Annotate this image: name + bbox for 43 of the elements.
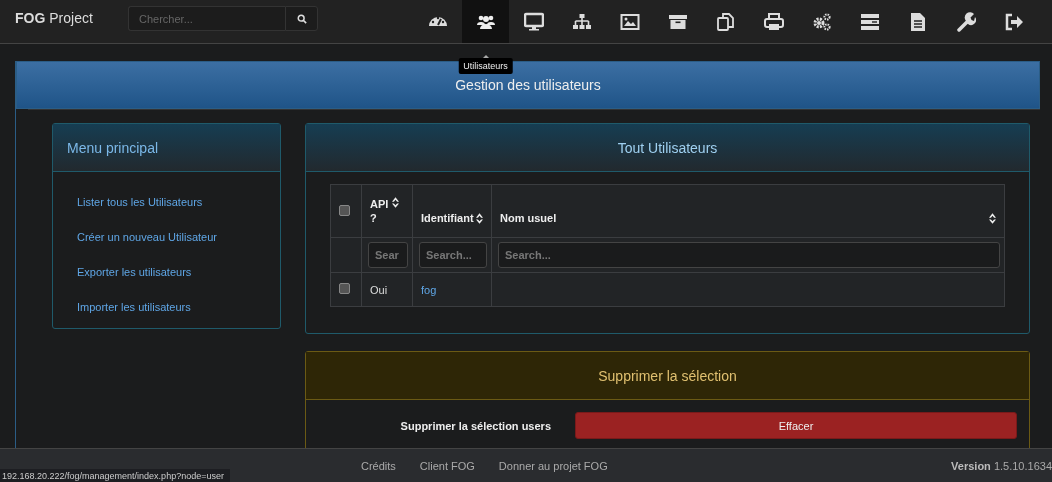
checkbox[interactable] bbox=[339, 283, 350, 294]
sort-icon[interactable] bbox=[475, 212, 483, 224]
panel-header: Menu principal bbox=[53, 124, 280, 172]
sort-icon[interactable] bbox=[989, 212, 996, 224]
monitor-icon bbox=[523, 11, 544, 32]
menu-link[interactable]: Créer un nouveau Utilisateur bbox=[77, 231, 218, 243]
image-icon bbox=[619, 11, 640, 32]
delete-button[interactable]: Effacer bbox=[575, 412, 1017, 439]
status-url: 192.168.20.222/fog/management/index.php?node=user bbox=[0, 469, 230, 482]
gears-icon bbox=[811, 11, 832, 32]
search-button[interactable] bbox=[285, 6, 318, 31]
brand-name[interactable]: FOG Project bbox=[15, 9, 128, 26]
sort-icon[interactable] bbox=[392, 197, 399, 208]
sitemap-icon bbox=[571, 11, 592, 32]
filter-field[interactable]: Search... bbox=[498, 242, 1000, 268]
user-link[interactable]: fog bbox=[421, 283, 437, 296]
filter-field[interactable]: Search... bbox=[419, 242, 487, 268]
column-header[interactable]: Identifiant bbox=[421, 212, 474, 224]
sign-out-icon bbox=[1003, 11, 1024, 32]
menu-link[interactable]: Exporter les utilisateurs bbox=[77, 266, 192, 278]
column-header[interactable]: API ? bbox=[370, 197, 390, 225]
filter-field[interactable]: Sear bbox=[368, 242, 408, 268]
gauge-icon bbox=[427, 16, 448, 27]
nav-button[interactable] bbox=[462, 0, 509, 43]
table-cell: Oui bbox=[361, 272, 413, 307]
copy-icon bbox=[715, 11, 736, 32]
footer-link[interactable]: Crédits bbox=[361, 459, 396, 472]
site-search-field[interactable]: Chercher... bbox=[128, 6, 285, 31]
column-header[interactable]: Nom usuel bbox=[500, 212, 557, 224]
footer-link[interactable]: Client FOG bbox=[419, 459, 475, 472]
wrench-icon bbox=[955, 11, 976, 32]
menu-link[interactable]: Lister tous les Utilisateurs bbox=[77, 196, 203, 208]
server-icon bbox=[859, 11, 880, 32]
panel-header: Tout Utilisateurs bbox=[306, 124, 1029, 172]
version-text: Version 1.5.10.1634 bbox=[951, 459, 1052, 472]
menu-link[interactable]: Importer les utilisateurs bbox=[77, 301, 191, 313]
tooltip: Utilisateurs bbox=[458, 58, 513, 74]
printer-icon bbox=[763, 11, 784, 32]
form-label: Supprimer la sélection users bbox=[400, 419, 551, 432]
footer-link[interactable]: Donner au projet FOG bbox=[498, 459, 608, 472]
panel-header: Supprimer la sélection bbox=[306, 352, 1029, 400]
checkbox[interactable] bbox=[339, 204, 350, 216]
search-icon bbox=[296, 13, 307, 24]
